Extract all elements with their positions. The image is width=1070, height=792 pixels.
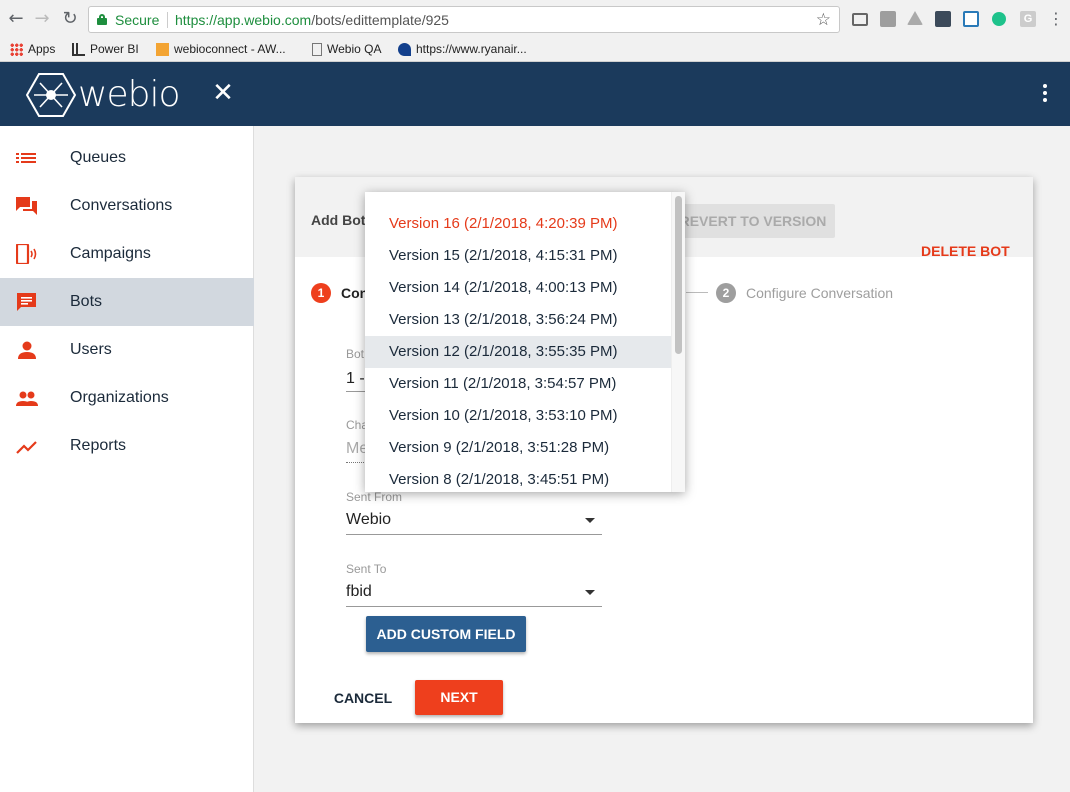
sidebar-item-bots[interactable]: Bots <box>0 278 254 326</box>
sent-from-select[interactable]: Webio <box>346 511 391 529</box>
cancel-button[interactable]: CANCEL <box>330 681 396 715</box>
url-text[interactable]: https://app.webio.com/bots/edittemplate/… <box>175 12 449 28</box>
lock-icon <box>97 14 107 25</box>
sidebar-item-label: Reports <box>70 437 127 454</box>
revert-to-version-button[interactable]: REVERT TO VERSION <box>671 204 835 238</box>
version-option[interactable]: Version 15 (2/1/2018, 4:15:31 PM) <box>365 240 671 272</box>
address-bar[interactable]: Secure https://app.webio.com/bots/editte… <box>88 6 840 33</box>
add-custom-field-button[interactable]: ADD CUSTOM FIELD <box>366 616 526 652</box>
drive-icon[interactable] <box>907 11 923 25</box>
logo-text: webio <box>78 74 180 115</box>
sidebar: Queues Conversations Campaigns Bots User… <box>0 126 254 792</box>
forward-arrow-icon[interactable]: → <box>32 8 52 30</box>
sidebar-item-label: Campaigns <box>70 245 151 262</box>
bot-field-label: Bot <box>346 347 365 361</box>
sent-to-label: Sent To <box>346 562 387 576</box>
webio-hex-icon <box>26 73 76 117</box>
phone-broadcast-icon <box>16 244 37 264</box>
sidebar-item-reports[interactable]: Reports <box>0 422 254 470</box>
ryanair-harp-icon <box>398 42 411 56</box>
step-2-label[interactable]: Configure Conversation <box>746 285 893 301</box>
back-arrow-icon[interactable]: ← <box>6 8 26 30</box>
version-option[interactable]: Version 13 (2/1/2018, 3:56:24 PM) <box>365 304 671 336</box>
sidebar-item-label: Queues <box>70 149 127 166</box>
reload-icon[interactable]: ↻ <box>60 8 80 30</box>
sent-to-dropdown-arrow-icon[interactable] <box>585 590 595 595</box>
delete-bot-button[interactable]: DELETE BOT <box>921 243 1010 259</box>
message-icon <box>17 293 36 311</box>
version-dropdown-menu: Version 16 (2/1/2018, 4:20:39 PM) Versio… <box>365 192 685 492</box>
chrome-menu-icon[interactable]: ⋮ <box>1046 8 1066 30</box>
webio-logo[interactable]: webio <box>26 70 180 120</box>
version-option[interactable]: Version 9 (2/1/2018, 3:51:28 PM) <box>365 432 671 464</box>
person-icon <box>18 341 36 359</box>
version-option[interactable]: Version 12 (2/1/2018, 3:55:35 PM) <box>365 336 671 368</box>
sidebar-item-queues[interactable]: Queues <box>0 134 254 182</box>
grammarly-icon[interactable] <box>992 12 1006 26</box>
apps-grid-icon <box>10 42 23 56</box>
bookmark-webio-qa[interactable]: Webio QA <box>312 40 381 58</box>
next-button[interactable]: NEXT <box>415 680 503 715</box>
version-option[interactable]: Version 16 (2/1/2018, 4:20:39 PM) <box>365 208 671 240</box>
bar-chart-icon <box>72 42 85 56</box>
page-icon <box>312 42 322 56</box>
people-icon <box>16 391 38 406</box>
webio-extension-icon[interactable] <box>963 11 979 27</box>
sidebar-item-label: Conversations <box>70 197 173 214</box>
dropdown-scrollbar[interactable] <box>671 192 685 492</box>
version-option[interactable]: Version 14 (2/1/2018, 4:00:13 PM) <box>365 272 671 304</box>
sidebar-item-organizations[interactable]: Organizations <box>0 374 254 422</box>
more-vert-icon[interactable] <box>1042 84 1048 104</box>
bookmark-apps[interactable]: Apps <box>10 40 55 58</box>
sidebar-item-label: Organizations <box>70 389 169 406</box>
step-2-circle: 2 <box>716 283 736 303</box>
list-icon <box>16 153 36 163</box>
version-option[interactable]: Version 11 (2/1/2018, 3:54:57 PM) <box>365 368 671 400</box>
trending-up-icon <box>16 441 37 454</box>
sidebar-item-users[interactable]: Users <box>0 326 254 374</box>
sent-from-label: Sent From <box>346 490 403 504</box>
sidebar-item-conversations[interactable]: Conversations <box>0 182 254 230</box>
app-header: webio ✕ <box>0 62 1070 126</box>
sidebar-item-campaigns[interactable]: Campaigns <box>0 230 254 278</box>
version-option[interactable]: Version 8 (2/1/2018, 3:45:51 PM) <box>365 464 671 492</box>
bot-field-value[interactable]: 1 - <box>346 370 365 388</box>
sent-from-dropdown-arrow-icon[interactable] <box>585 518 595 523</box>
step-1-circle: 1 <box>311 283 331 303</box>
version-option[interactable]: Version 10 (2/1/2018, 3:53:10 PM) <box>365 400 671 432</box>
card-title: Add Bot <box>311 212 366 228</box>
browser-toolbar: ← → ↻ Secure https://app.webio.com/bots/… <box>0 0 1070 38</box>
bookmark-star-icon[interactable]: ☆ <box>816 10 831 30</box>
bookmark-webioconnect[interactable]: webioconnect - AW... <box>156 40 286 58</box>
aws-cube-icon <box>156 42 169 56</box>
chat-icon <box>16 197 37 215</box>
secure-label: Secure <box>115 12 160 28</box>
bookmarks-bar: Apps Power BI webioconnect - AW... Webio… <box>0 38 1070 62</box>
close-sidebar-icon[interactable]: ✕ <box>210 80 236 106</box>
stepper-connector <box>686 292 708 293</box>
dropdown-scrollbar-thumb[interactable] <box>675 196 682 354</box>
bookmark-power-bi[interactable]: Power BI <box>72 40 139 58</box>
cast-icon[interactable] <box>852 13 868 26</box>
extension-dots-icon[interactable] <box>935 11 951 27</box>
bookmark-ryanair[interactable]: https://www.ryanair... <box>398 40 527 58</box>
extension-icon[interactable] <box>880 11 896 27</box>
sidebar-item-label: Users <box>70 341 112 358</box>
sent-to-select[interactable]: fbid <box>346 583 372 601</box>
sidebar-item-label: Bots <box>70 293 103 310</box>
g-extension-icon[interactable]: G <box>1020 11 1036 27</box>
